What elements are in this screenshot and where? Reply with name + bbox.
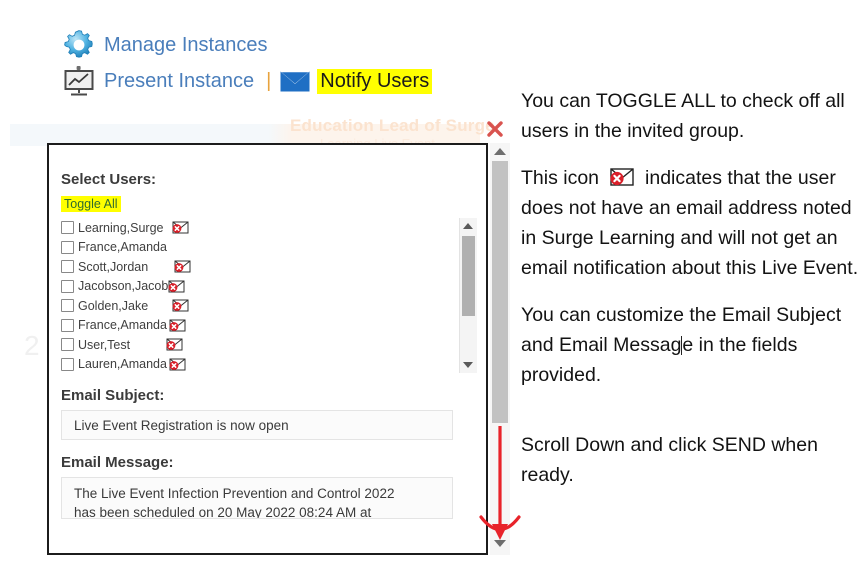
no-email-icon [169, 358, 186, 371]
note-no-email-icon: This icon indicates that the user does n… [521, 163, 861, 283]
user-checkbox[interactable] [61, 357, 74, 371]
user-list[interactable]: Learning,Surge France,Amanda Scott,Jorda… [61, 218, 465, 373]
email-message-line2: has been scheduled on 20 May 2022 08:24 … [74, 505, 372, 519]
note-customize-email: You can customize the Email Subject and … [521, 300, 861, 390]
manage-instances-link[interactable]: Manage Instances [104, 34, 267, 57]
list-item[interactable]: User,Test [61, 335, 465, 355]
present-instance-link[interactable]: Present Instance [104, 70, 254, 93]
notify-users-link[interactable]: Notify Users [317, 68, 433, 94]
no-email-icon [172, 221, 189, 234]
header-separator: | [266, 69, 272, 92]
user-name: User,Test [78, 337, 131, 352]
user-checkbox[interactable] [61, 260, 74, 274]
dialog-scroll-up-icon[interactable] [494, 148, 506, 155]
scroll-up-icon[interactable] [463, 223, 473, 229]
note-toggle-all: You can TOGGLE ALL to check off all user… [521, 90, 845, 142]
list-item[interactable]: Golden,Jake [61, 296, 465, 316]
user-list-scrollbar[interactable] [459, 218, 477, 373]
scroll-down-icon[interactable] [463, 362, 473, 368]
page-header: Manage Instances Present Instance | Noti… [62, 26, 532, 98]
user-name: Golden,Jake [78, 298, 149, 313]
email-message-line1: The Live Event Infection Prevention and … [74, 486, 395, 501]
no-email-icon [609, 166, 635, 186]
email-message-textarea[interactable]: The Live Event Infection Prevention and … [61, 477, 453, 519]
dialog-scrollbar-thumb[interactable] [492, 161, 508, 423]
user-checkbox[interactable] [61, 240, 74, 254]
user-checkbox[interactable] [61, 338, 74, 352]
dialog-scrollbar[interactable] [490, 143, 510, 555]
user-checkbox[interactable] [61, 299, 74, 313]
note-icon-prefix: This icon [521, 167, 600, 189]
email-subject-label: Email Subject: [61, 387, 165, 404]
user-name: Jacobson,Jacob [78, 279, 169, 294]
dialog-scroll-down-icon[interactable] [494, 540, 506, 547]
no-email-icon [169, 319, 186, 332]
close-icon[interactable] [486, 119, 504, 139]
envelope-icon [280, 71, 310, 92]
email-message-label: Email Message: [61, 454, 174, 471]
user-checkbox[interactable] [61, 279, 74, 293]
annotation-notes: You can TOGGLE ALL to check off all user… [521, 86, 861, 507]
select-users-label: Select Users: [61, 171, 157, 188]
manage-instances-row: Manage Instances [62, 26, 532, 64]
background-ghost-number: 2 [24, 330, 40, 361]
email-subject-input[interactable] [61, 410, 453, 440]
no-email-icon [166, 338, 183, 351]
list-item[interactable]: Lauren,Amanda [61, 355, 465, 374]
list-item[interactable]: France,Amanda [61, 316, 465, 336]
no-email-icon [168, 280, 185, 293]
list-item[interactable]: Scott,Jordan [61, 257, 465, 277]
present-instance-row: Present Instance | Notify Users [62, 64, 532, 98]
notify-users-dialog: Select Users: Toggle All Learning,Surge [47, 143, 488, 555]
user-checkbox[interactable] [61, 221, 74, 235]
no-email-icon [174, 260, 191, 273]
no-email-icon [172, 299, 189, 312]
presentation-icon [62, 66, 96, 96]
user-name: France,Amanda [78, 318, 167, 333]
gear-icon [62, 28, 96, 62]
user-name: France,Amanda [78, 240, 167, 255]
user-name: Scott,Jordan [78, 259, 149, 274]
scrollbar-thumb[interactable] [462, 236, 475, 316]
toggle-all-link[interactable]: Toggle All [61, 196, 121, 212]
list-item[interactable]: Learning,Surge [61, 218, 465, 238]
user-name: Lauren,Amanda [78, 357, 167, 372]
list-item[interactable]: France,Amanda [61, 238, 465, 258]
note-scroll-send: Scroll Down and click SEND when ready. [521, 434, 818, 486]
user-name: Learning,Surge [78, 220, 164, 235]
background-faded-title: Education Lead of Surge [290, 116, 495, 135]
user-checkbox[interactable] [61, 318, 74, 332]
list-item[interactable]: Jacobson,Jacob [61, 277, 465, 297]
